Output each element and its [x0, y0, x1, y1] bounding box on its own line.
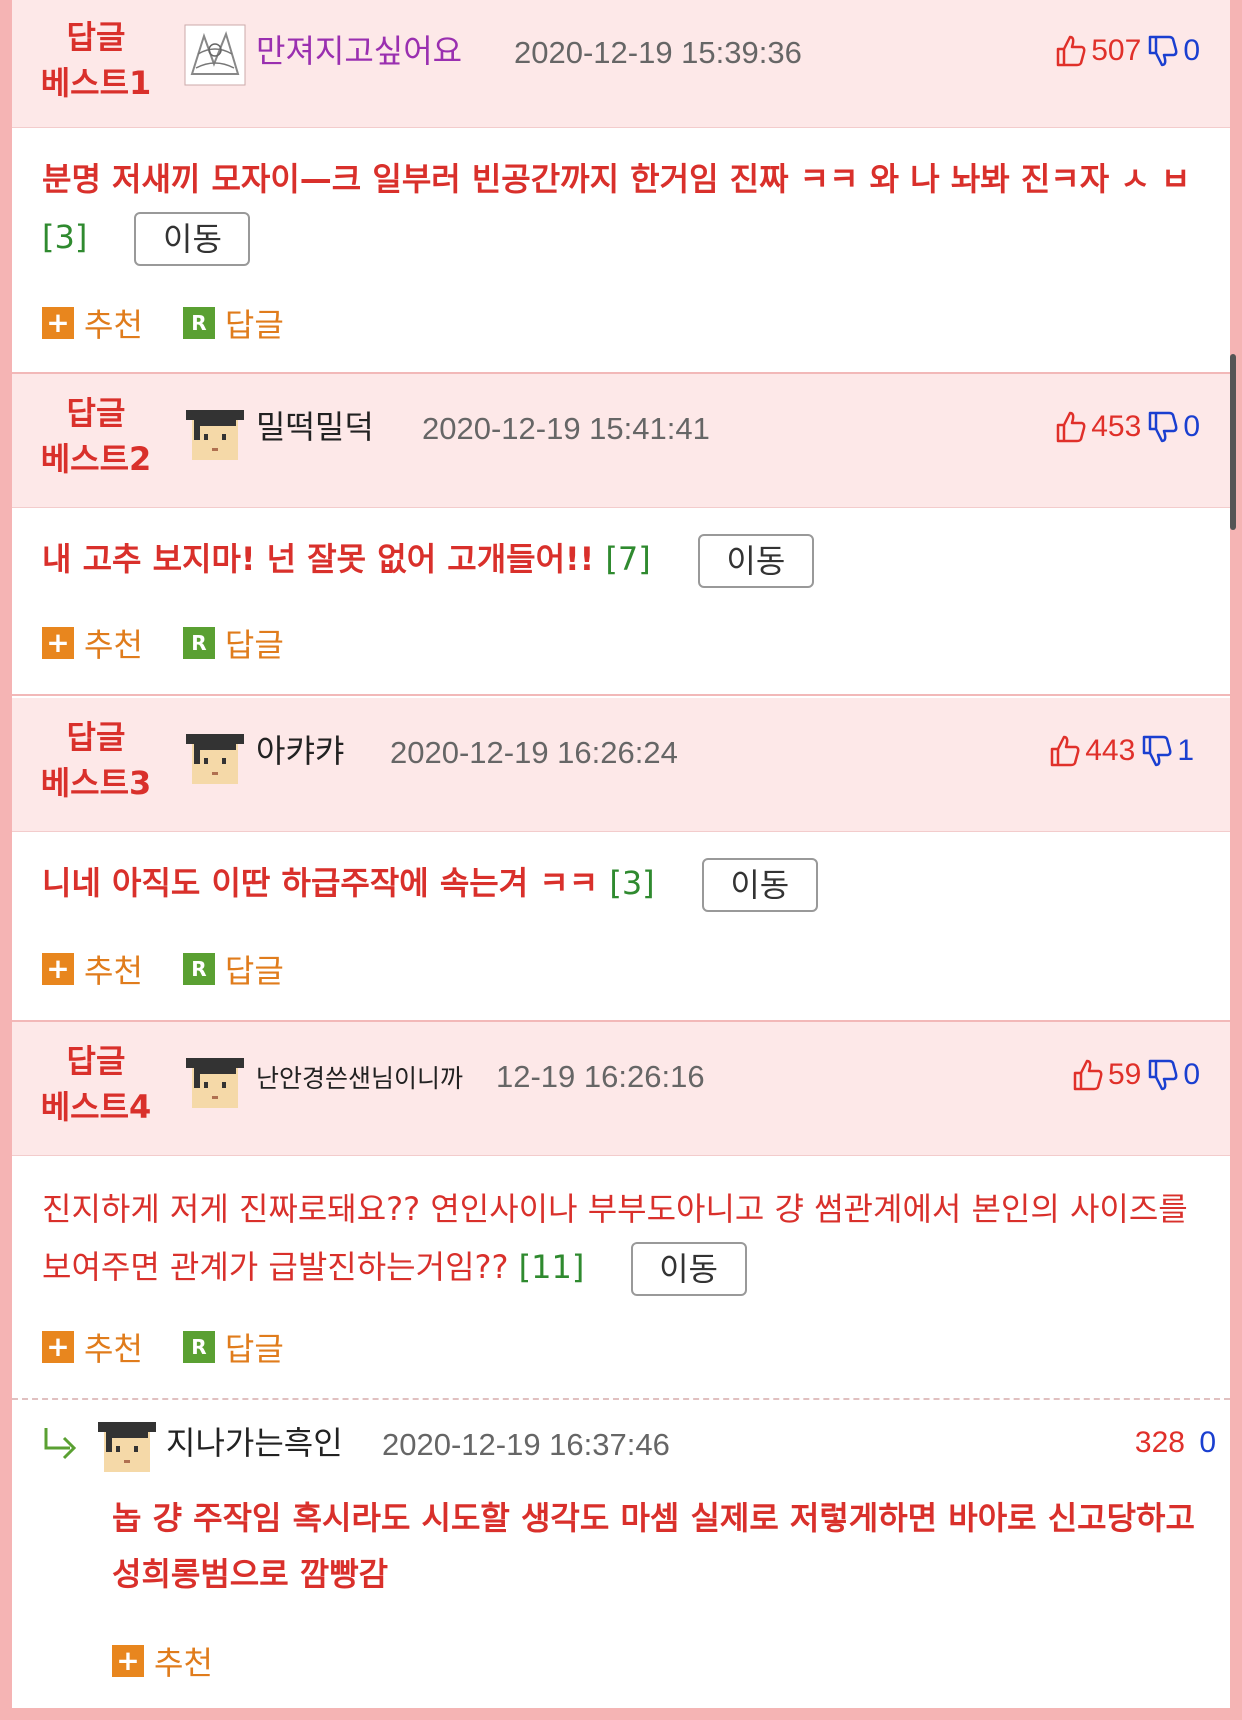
comment-text: 니네 아직도 이딴 하급주작에 속는겨 ㅋㅋ [3] 이동	[42, 854, 1202, 912]
move-button[interactable]: 이동	[701, 858, 818, 912]
comment-date: 2020-12-19 16:26:24	[390, 735, 678, 770]
comment-body: 분명 저새끼 모자이—크 일부러 빈공간까지 한거임 진짜 ㅋㅋ 와 나 놔봐 …	[12, 128, 1230, 374]
thumbs-up-icon[interactable]	[1072, 1058, 1104, 1092]
comment-actions: + 추천 R 답글	[42, 620, 324, 666]
move-button[interactable]: 이동	[630, 1242, 747, 1296]
best-label: 답글 베스트4	[40, 1042, 152, 1126]
plus-icon: +	[112, 1645, 144, 1677]
comment-actions: + 추천 R 답글	[42, 946, 324, 992]
comment-date: 2020-12-19 15:41:41	[422, 411, 710, 446]
comment-header: 답글 베스트4 난안경쓴샌님이니까 12-19 16:26:16 59 0	[12, 1022, 1230, 1156]
thumbs-down-icon[interactable]	[1147, 34, 1179, 68]
recommend-button[interactable]: + 추천	[42, 946, 143, 992]
reply-count: [11]	[518, 1248, 585, 1286]
avatar[interactable]	[96, 1416, 158, 1478]
reply-text: 놉 걍 주작임 혹시라도 시도할 생각도 마셈 실제로 저렇게하면 바아로 신고…	[112, 1499, 1195, 1593]
comment-actions: + 추천 R 답글	[42, 1324, 324, 1370]
best-label: 답글 베스트3	[40, 718, 152, 802]
r-reply-icon: R	[182, 1331, 215, 1363]
comment-header: 답글 베스트3 아캬캬 2020-12-19 16:26:24 443 1	[12, 698, 1230, 832]
upvote-count: 328	[1134, 1426, 1185, 1459]
best-comment-2: 답글 베스트2 밀떡밀덕 2020-12-19 15:41:41 453 0 내…	[12, 374, 1230, 696]
reply-date: 2020-12-19 16:37:46	[382, 1427, 670, 1462]
best-comment-3: 답글 베스트3 아캬캬 2020-12-19 16:26:24 443 1 니네…	[12, 698, 1230, 1022]
avatar[interactable]	[184, 404, 246, 466]
nickname[interactable]: 만져지고싶어요	[256, 28, 462, 74]
vote-counts: 507 0	[1055, 28, 1200, 74]
nickname[interactable]: 난안경쓴샌님이니까	[256, 1056, 463, 1102]
thumbs-down-icon[interactable]	[1147, 410, 1179, 444]
nested-reply: 지나가는흑인 2020-12-19 16:37:46 328 0 놉 걍 주작임…	[12, 1398, 1230, 1708]
reply-count: [7]	[605, 540, 651, 578]
thumbs-up-icon[interactable]	[1055, 410, 1087, 444]
reply-count: [3]	[42, 218, 88, 256]
best-label: 답글 베스트2	[40, 394, 152, 478]
best-comment-4: 답글 베스트4 난안경쓴샌님이니까 12-19 16:26:16 59 0 진지…	[12, 1022, 1230, 1398]
avatar[interactable]	[184, 728, 246, 790]
comment-list: 답글 베스트1 만져지고싶어요 2020-12-19 15:39:36 507	[12, 0, 1230, 1708]
recommend-button[interactable]: + 추천	[42, 300, 143, 346]
vote-counts: 59 0	[1072, 1052, 1200, 1098]
nickname[interactable]: 아캬캬	[256, 728, 344, 774]
thumbs-down-icon[interactable]	[1147, 1058, 1179, 1092]
comment-body: 내 고추 보지마! 넌 잘못 없어 고개들어!! [7] 이동 + 추천 R 답…	[12, 508, 1230, 696]
avatar[interactable]	[184, 24, 246, 86]
comment-text: 내 고추 보지마! 넌 잘못 없어 고개들어!! [7] 이동	[42, 530, 1202, 588]
upvote-count: 453	[1091, 410, 1142, 443]
upvote-count: 443	[1085, 734, 1136, 767]
downvote-count: 1	[1177, 734, 1194, 767]
comment-text: 진지하게 저게 진짜로돼요?? 연인사이나 부부도아니고 걍 썸관계에서 본인의…	[42, 1180, 1202, 1296]
downvote-count: 0	[1183, 34, 1200, 67]
thumbs-up-icon[interactable]	[1049, 734, 1081, 768]
downvote-count: 0	[1183, 1058, 1200, 1091]
plus-icon: +	[42, 1331, 74, 1363]
r-reply-icon: R	[182, 307, 215, 339]
comment-header: 답글 베스트1 만져지고싶어요 2020-12-19 15:39:36 507	[12, 0, 1230, 128]
plus-icon: +	[42, 953, 74, 985]
best-label: 답글 베스트1	[40, 18, 152, 102]
comment-header: 답글 베스트2 밀떡밀덕 2020-12-19 15:41:41 453 0	[12, 374, 1230, 508]
vote-counts: 328 0	[1135, 1420, 1216, 1466]
reply-button[interactable]: R 답글	[182, 1324, 284, 1370]
plus-icon: +	[42, 627, 74, 659]
vote-counts: 443 1	[1049, 728, 1194, 774]
r-reply-icon: R	[182, 953, 215, 985]
downvote-count: 0	[1183, 410, 1200, 443]
reply-arrow-icon	[40, 1426, 80, 1466]
reply-button[interactable]: R 답글	[182, 620, 284, 666]
nickname[interactable]: 밀떡밀덕	[256, 404, 374, 450]
best-comment-1: 답글 베스트1 만져지고싶어요 2020-12-19 15:39:36 507	[12, 0, 1230, 374]
recommend-button[interactable]: + 추천	[112, 1638, 213, 1684]
comment-body: 니네 아직도 이딴 하급주작에 속는겨 ㅋㅋ [3] 이동 + 추천 R 답글	[12, 832, 1230, 1022]
thumbs-up-icon[interactable]	[1055, 34, 1087, 68]
comment-body: 진지하게 저게 진짜로돼요?? 연인사이나 부부도아니고 걍 썸관계에서 본인의…	[12, 1156, 1230, 1398]
comment-date: 2020-12-19 15:39:36	[514, 35, 802, 70]
scrollbar-thumb[interactable]	[1230, 354, 1236, 530]
vote-counts: 453 0	[1055, 404, 1200, 450]
avatar[interactable]	[184, 1052, 246, 1114]
comment-actions: + 추천 R 답글	[42, 300, 324, 346]
move-button[interactable]: 이동	[134, 212, 251, 266]
comment-date: 12-19 16:26:16	[496, 1059, 705, 1094]
recommend-button[interactable]: + 추천	[42, 1324, 143, 1370]
reply-button[interactable]: R 답글	[182, 300, 284, 346]
downvote-count: 0	[1199, 1426, 1216, 1459]
reply-button[interactable]: R 답글	[182, 946, 284, 992]
r-reply-icon: R	[182, 627, 215, 659]
nickname[interactable]: 지나가는흑인	[166, 1420, 343, 1466]
reply-count: [3]	[609, 864, 655, 902]
comment-text: 분명 저새끼 모자이—크 일부러 빈공간까지 한거임 진짜 ㅋㅋ 와 나 놔봐 …	[42, 150, 1202, 266]
plus-icon: +	[42, 307, 74, 339]
move-button[interactable]: 이동	[697, 534, 814, 588]
upvote-count: 59	[1107, 1058, 1142, 1091]
thumbs-down-icon[interactable]	[1141, 734, 1173, 768]
recommend-button[interactable]: + 추천	[42, 620, 143, 666]
upvote-count: 507	[1091, 34, 1142, 67]
